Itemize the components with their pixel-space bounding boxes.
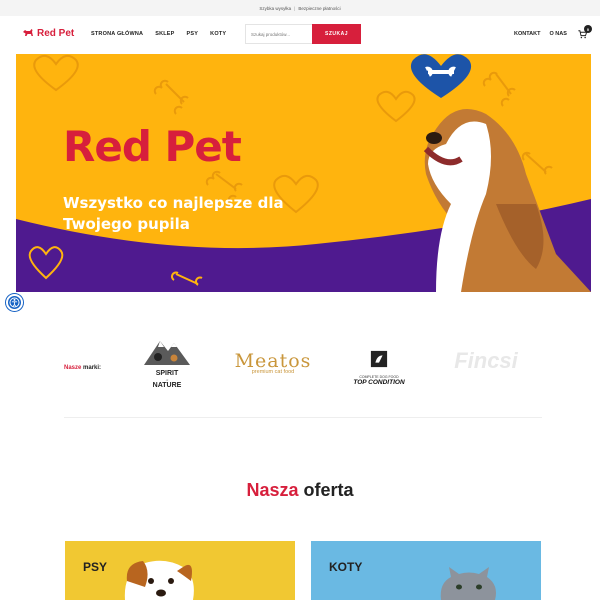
shipping-info: Szybka wysyłka [259,5,292,11]
logo-text: Red Pet [37,27,75,39]
nav-shop[interactable]: SKLEP [155,31,174,37]
hero-subtitle: Wszystko co najlepsze dla Twojego pupila [63,194,284,233]
top-info-bar: Szybka wysyłka | Bezpieczne płatności [0,0,600,16]
category-card-cats-label: KOTY [329,560,363,574]
category-card-dogs-label: PSY [83,560,108,574]
cart-count-badge: 0 [584,25,592,33]
accessibility-icon [9,297,20,308]
brand-spirit-line3: NATURE [152,382,182,389]
accessibility-button[interactable] [6,294,23,311]
search-input[interactable] [245,24,312,44]
hero-banner: Red Pet Wszystko co najlepsze dla Twojeg… [16,54,591,292]
site-header: Red Pet STRONA GŁÓWNA SKLEP PSY KOTY SZU… [0,16,600,54]
brand-fincsi[interactable]: Fincsi [444,348,528,374]
nav-contact[interactable]: KONTAKT [514,31,540,37]
payment-info: Bezpieczne płatności [298,5,341,11]
brand-top-condition[interactable]: COMPLETE DOG FOOD TOP CONDITION [340,350,418,386]
offer-heading: Nasza oferta [0,480,600,501]
topbar-separator: | [294,5,296,11]
main-nav: STRONA GŁÓWNA SKLEP PSY KOTY [91,31,226,37]
cart-button[interactable]: 0 [578,25,592,40]
nav-cats[interactable]: KOTY [210,31,226,37]
top-condition-logo-icon [370,350,388,368]
dog-logo-icon [23,29,33,36]
section-divider [64,417,542,418]
offer-heading-rest: oferta [303,480,354,500]
category-card-cats[interactable]: KOTY [311,541,541,600]
brand-spirit-line1: SPIRIT [155,370,179,377]
search-form: SZUKAJ [245,24,361,44]
brand-spirit-of-nature[interactable]: SPIRIT of NATURE [140,335,194,397]
page: Szybka wysyłka | Bezpieczne płatności Re… [0,0,600,600]
secondary-nav: KONTAKT O NAS [514,31,567,37]
category-card-dogs[interactable]: PSY [65,541,295,600]
hero-title: Red Pet [63,122,242,171]
hero-background [16,54,591,292]
mountain-logo-icon [144,341,190,365]
brand-fincsi-name: Fincsi [454,348,518,373]
brand-top-condition-sub2: TOP CONDITION [353,379,405,386]
nav-about[interactable]: O NAS [549,31,566,37]
site-logo[interactable]: Red Pet [22,27,74,39]
brands-label-red: Nasze [64,365,82,371]
nav-dogs[interactable]: PSY [187,31,199,37]
brands-label-rest: marki: [83,365,102,371]
nav-home[interactable]: STRONA GŁÓWNA [91,31,143,37]
offer-heading-red: Nasza [246,480,299,500]
search-button[interactable]: SZUKAJ [312,24,361,44]
brand-meatos[interactable]: Meatos premium cat food [228,350,318,375]
brands-label: Nasze marki: [64,365,101,371]
